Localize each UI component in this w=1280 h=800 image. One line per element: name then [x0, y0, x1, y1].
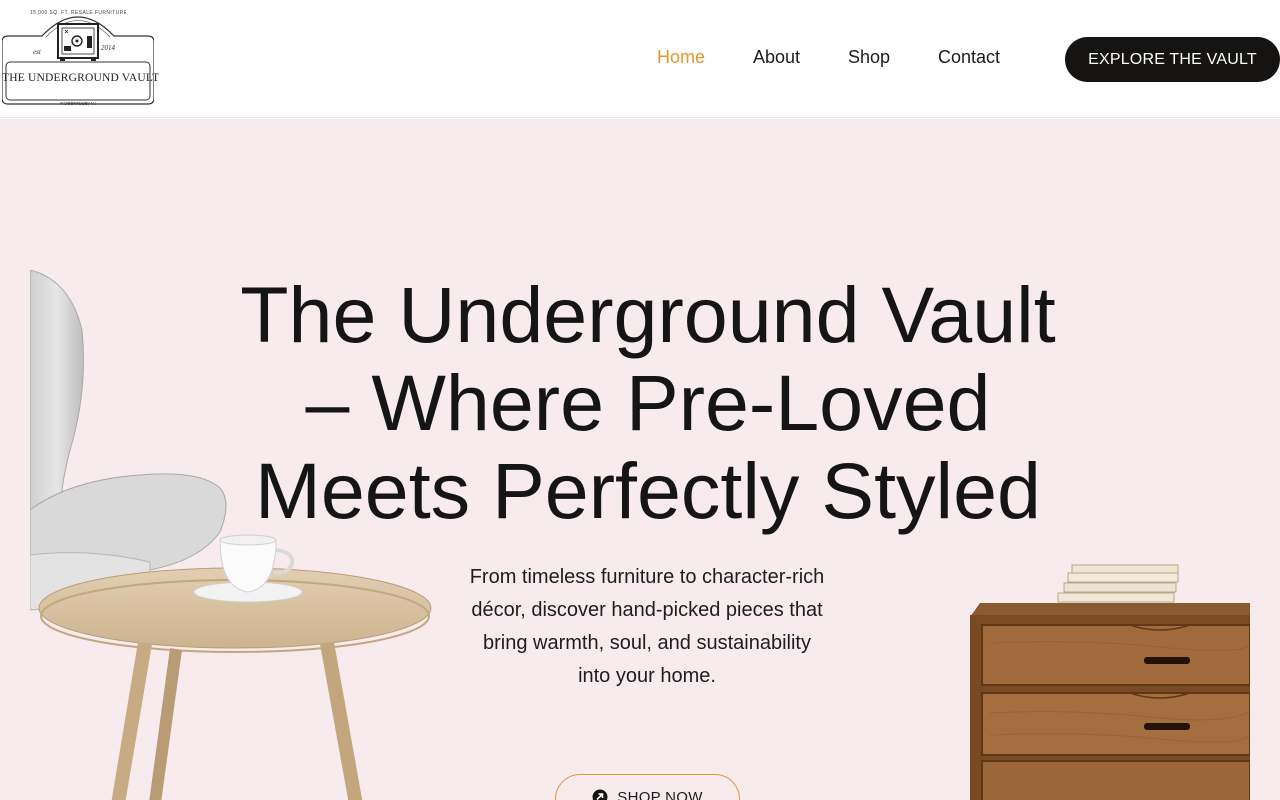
- hero-description: From timeless furniture to character-ric…: [469, 566, 825, 687]
- dresser-image: [970, 564, 1250, 800]
- nav-item-home[interactable]: Home: [657, 47, 705, 68]
- logo-arc-text: 15,000 SQ. FT. RESALE FURNITURE WAREHOUS…: [30, 10, 126, 16]
- arrow-circle-icon: [592, 789, 608, 800]
- nav-item-shop[interactable]: Shop: [848, 47, 890, 68]
- nav-item-about[interactable]: About: [753, 47, 800, 68]
- hero-title: The Underground Vault – Where Pre-Loved …: [200, 271, 1096, 535]
- hero-title-line-3: Meets Perfectly Styled: [255, 446, 1041, 535]
- logo-location: ROSSVILLE, NC: [60, 101, 96, 106]
- explore-vault-button[interactable]: EXPLORE THE VAULT: [1065, 37, 1280, 82]
- hero-title-line-2: – Where Pre-Loved: [305, 358, 991, 447]
- hero-section: The Underground Vault – Where Pre-Loved …: [0, 119, 1280, 800]
- hero-title-line-1: The Underground Vault: [240, 270, 1056, 359]
- shop-now-button[interactable]: SHOP NOW: [555, 774, 740, 800]
- shop-now-label: SHOP NOW: [617, 789, 703, 800]
- site-header: 15,000 SQ. FT. RESALE FURNITURE WAREHOUS…: [0, 0, 1280, 118]
- logo-wordmark: THE UNDERGROUND VAULT: [2, 72, 160, 84]
- nav-item-contact[interactable]: Contact: [938, 47, 1000, 68]
